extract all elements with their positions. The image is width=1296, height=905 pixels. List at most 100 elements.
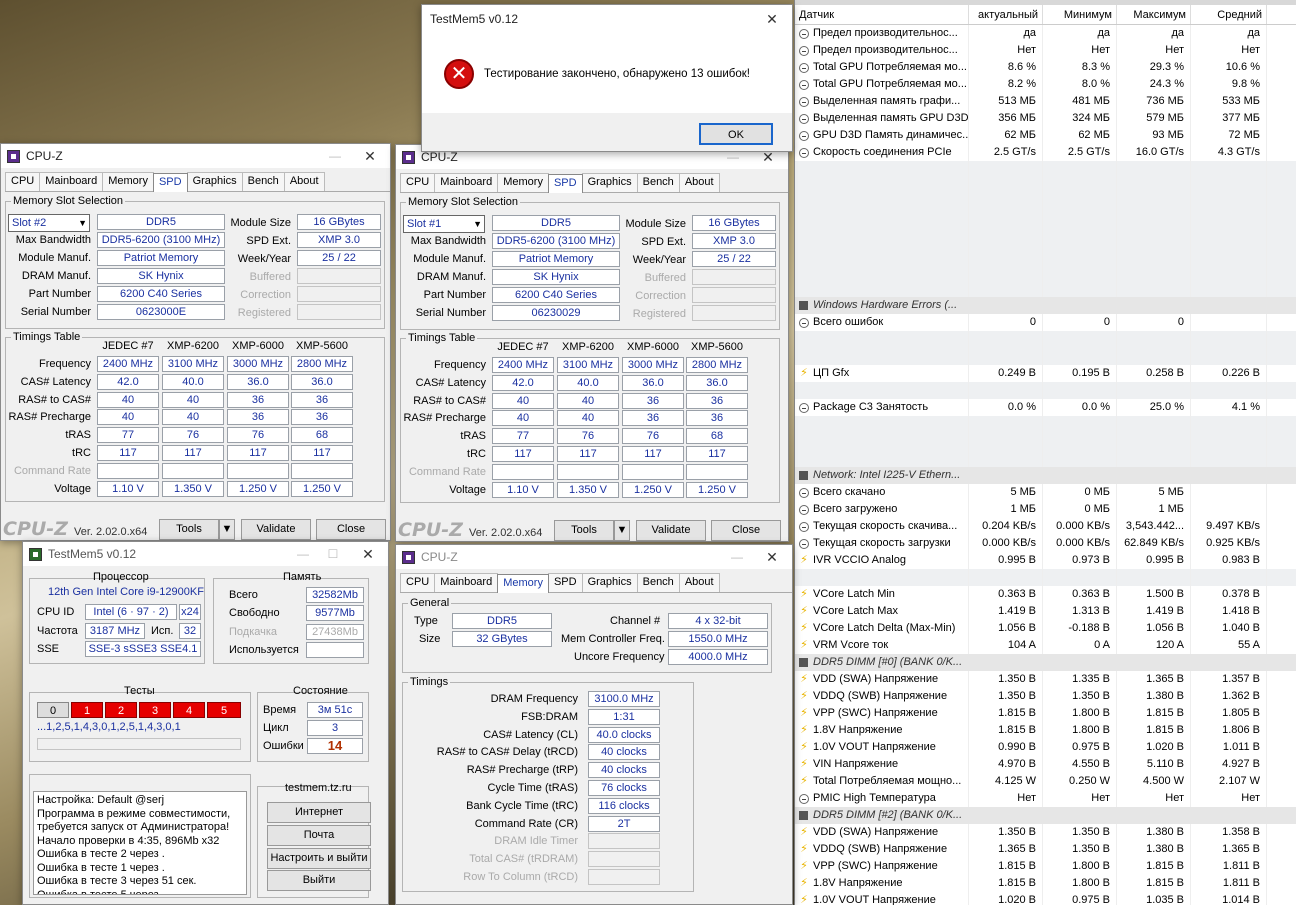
tab-about[interactable]: About bbox=[678, 173, 720, 192]
week-value: 25 / 22 bbox=[297, 250, 381, 266]
tools-button[interactable]: Tools bbox=[554, 520, 614, 541]
sensor-row[interactable]: Выделенная память GPU D3D 356 МБ 324 МБ 579… bbox=[795, 110, 1296, 127]
sensor-row[interactable]: ⚡ VDD (SWA) Напряжение 1.350 В 1.335 В 1.365… bbox=[795, 671, 1296, 688]
sensor-group-header[interactable]: DDR5 DIMM [#2] (BANK 0/K... bbox=[795, 807, 1296, 824]
sensor-row[interactable]: ⚡ 1.8V Напряжение 1.815 В 1.800 В 1.815 В 1.8… bbox=[795, 875, 1296, 892]
sensor-row[interactable]: ⚡ Total Потребляемая мощно... 4.125 W 0.250… bbox=[795, 773, 1296, 790]
sensor-row[interactable]: Выделенная память графи... 513 МБ 481 МБ 73… bbox=[795, 93, 1296, 110]
tab-cpu[interactable]: CPU bbox=[400, 573, 436, 592]
internet-button[interactable]: Интернет bbox=[267, 802, 371, 823]
sensor-row[interactable]: Всего ошибок 0 0 0 bbox=[795, 314, 1296, 331]
tools-dropdown-icon[interactable]: ▼ bbox=[219, 519, 235, 540]
sensor-row[interactable]: Total GPU Потребляемая мо... 8.6 % 8.3 % 29… bbox=[795, 59, 1296, 76]
sensor-row[interactable]: ⚡ 1.0V VOUT Напряжение 0.990 В 0.975 В 1.020… bbox=[795, 739, 1296, 756]
sensor-row[interactable]: ⚡ VPP (SWC) Напряжение 1.815 В 1.800 В 1.815… bbox=[795, 705, 1296, 722]
maximize-button[interactable]: ☐ bbox=[318, 547, 348, 561]
sensor-group-header[interactable]: DDR5 DIMM [#0] (BANK 0/K... bbox=[795, 654, 1296, 671]
tab-bench[interactable]: Bench bbox=[636, 173, 680, 192]
close-icon[interactable]: ✕ bbox=[752, 11, 792, 28]
voltage-bolt-icon: ⚡ bbox=[800, 690, 808, 702]
tab-mainboard[interactable]: Mainboard bbox=[39, 172, 104, 191]
tab-graphics[interactable]: Graphics bbox=[581, 573, 638, 592]
tab-bench[interactable]: Bench bbox=[241, 172, 285, 191]
ok-button[interactable]: OK bbox=[699, 123, 773, 145]
tab-memory[interactable]: Memory bbox=[497, 173, 549, 192]
sensor-row[interactable]: Предел производительнос... да да да да bbox=[795, 25, 1296, 42]
sensor-row[interactable]: ⚡ VRM Vcore ток 104 A0 A 120 A 55 A bbox=[795, 637, 1296, 654]
sensor-row[interactable]: ⚡ VCore Latch Min 0.363 В 0.363 В 1.500 В 0.3… bbox=[795, 586, 1296, 603]
sensor-row[interactable]: ⚡ VIN Напряжение 4.970 В 4.550 В 5.110 В 4.92… bbox=[795, 756, 1296, 773]
configure-exit-button[interactable]: Настроить и выйти bbox=[267, 848, 371, 869]
sensor-row[interactable]: ⚡ 1.0V VOUT Напряжение 1.020 В 0.975 В 1.035… bbox=[795, 892, 1296, 905]
mail-button[interactable]: Почта bbox=[267, 825, 371, 846]
log-textarea[interactable]: Настройка: Default @serj Программа в реж… bbox=[33, 791, 247, 895]
tab-spd[interactable]: SPD bbox=[547, 174, 583, 193]
exit-button[interactable]: Выйти bbox=[267, 870, 371, 891]
sensor-row[interactable]: Текущая скорость загрузки 0.000 KB/s 0.000… bbox=[795, 535, 1296, 552]
sensor-group-header[interactable]: Network: Intel I225-V Ethern... bbox=[795, 467, 1296, 484]
col-current[interactable]: актуальный bbox=[969, 5, 1043, 24]
sensor-row[interactable]: Скорость соединения PCIe 2.5 GT/s 2.5 GT/s… bbox=[795, 144, 1296, 161]
tab-spd[interactable]: SPD bbox=[152, 173, 188, 192]
part-value: 6200 C40 Series bbox=[492, 287, 620, 303]
tab-graphics[interactable]: Graphics bbox=[186, 172, 243, 191]
sensor-row[interactable]: Всего загружено 1 МБ 0 МБ 1 МБ bbox=[795, 501, 1296, 518]
close-icon[interactable]: ✕ bbox=[752, 549, 792, 566]
col-avg[interactable]: Средний bbox=[1191, 5, 1267, 24]
sensor-row[interactable]: PMIC High Температура Нет Нет Нет Нет bbox=[795, 790, 1296, 807]
tab-cpu[interactable]: CPU bbox=[400, 173, 436, 192]
tools-dropdown-icon[interactable]: ▼ bbox=[614, 520, 630, 541]
col-sensor[interactable]: Датчик bbox=[795, 5, 969, 24]
close-icon[interactable]: ✕ bbox=[348, 546, 388, 563]
sensor-row[interactable]: ⚡ VCore Latch Max 1.419 В 1.313 В 1.419 В 1.4… bbox=[795, 603, 1296, 620]
col-max[interactable]: Максимум bbox=[1117, 5, 1191, 24]
tab-bench[interactable]: Bench bbox=[636, 573, 680, 592]
timing-cell: 1.350 V bbox=[557, 481, 619, 498]
close-button[interactable]: Close bbox=[316, 519, 386, 540]
timing-cell: 40.0 bbox=[557, 374, 619, 391]
validate-button[interactable]: Validate bbox=[636, 520, 706, 541]
sensor-row[interactable]: ⚡ ЦП Gfx 0.249 В 0.195 В 0.258 В 0.226 В bbox=[795, 365, 1296, 382]
sensor-row[interactable]: Текущая скорость скачива... 0.204 KB/s 0.0… bbox=[795, 518, 1296, 535]
tab-mainboard[interactable]: Mainboard bbox=[434, 573, 499, 592]
tab-cpu[interactable]: CPU bbox=[5, 172, 41, 191]
sensor-row[interactable]: ⚡ VDD (SWA) Напряжение 1.350 В 1.350 В 1.380… bbox=[795, 824, 1296, 841]
sensor-row[interactable]: ⚡ VPP (SWC) Напряжение 1.815 В 1.800 В 1.815… bbox=[795, 858, 1296, 875]
tab-mainboard[interactable]: Mainboard bbox=[434, 173, 499, 192]
sensor-group-header[interactable]: Windows Hardware Errors (... bbox=[795, 297, 1296, 314]
tab-graphics[interactable]: Graphics bbox=[581, 173, 638, 192]
minimize-button[interactable]: — bbox=[722, 550, 752, 564]
slot-dropdown[interactable]: Slot #2 bbox=[8, 214, 90, 232]
close-button[interactable]: Close bbox=[711, 520, 781, 541]
tab-spd[interactable]: SPD bbox=[547, 573, 583, 592]
col-min[interactable]: Минимум bbox=[1043, 5, 1117, 24]
sensor-row[interactable]: Предел производительнос... Нет Нет Нет Нет bbox=[795, 42, 1296, 59]
tab-bar: CPU Mainboard Memory SPD Graphics Bench … bbox=[400, 573, 792, 593]
tab-about[interactable]: About bbox=[678, 573, 720, 592]
empty-row bbox=[795, 416, 1296, 433]
tab-memory[interactable]: Memory bbox=[102, 172, 154, 191]
sensor-row[interactable]: ⚡ VCore Latch Delta (Max-Min) 1.056 В -0.18… bbox=[795, 620, 1296, 637]
sensor-row[interactable]: ⚡ VDDQ (SWB) Напряжение 1.350 В 1.350 В 1.38… bbox=[795, 688, 1296, 705]
tools-button[interactable]: Tools bbox=[159, 519, 219, 540]
sensor-row[interactable]: ⚡ VDDQ (SWB) Напряжение 1.365 В 1.350 В 1.38… bbox=[795, 841, 1296, 858]
sensor-row[interactable]: ⚡ IVR VCCIO Analog 0.995 В 0.973 В 0.995 В 0.… bbox=[795, 552, 1296, 569]
sensor-row[interactable]: Всего скачано 5 МБ 0 МБ 5 МБ bbox=[795, 484, 1296, 501]
tab-about[interactable]: About bbox=[283, 172, 325, 191]
sensor-current: 0 bbox=[969, 314, 1043, 331]
timing-cell: 42.0 bbox=[97, 373, 159, 390]
sensor-row[interactable]: Package C3 Занятость 0.0 % 0.0 % 25.0 % 4.1 … bbox=[795, 399, 1296, 416]
close-icon[interactable]: ✕ bbox=[350, 148, 390, 165]
timing-cell: 117 bbox=[492, 446, 554, 462]
sensor-row[interactable]: ⚡ 1.8V Напряжение 1.815 В 1.800 В 1.815 В 1.8… bbox=[795, 722, 1296, 739]
sensor-row[interactable]: Total GPU Потребляемая мо... 8.2 % 8.0 % 24… bbox=[795, 76, 1296, 93]
site-link[interactable]: testmem.tz.ru bbox=[285, 782, 352, 794]
sensor-row[interactable]: GPU D3D Память динамичес... 62 МБ 62 МБ 93 … bbox=[795, 127, 1296, 144]
minimize-button[interactable]: — bbox=[718, 150, 748, 164]
tab-memory[interactable]: Memory bbox=[497, 574, 549, 593]
slot-dropdown[interactable]: Slot #1 bbox=[403, 215, 485, 233]
validate-button[interactable]: Validate bbox=[241, 519, 311, 540]
minimize-button[interactable]: — bbox=[288, 547, 318, 561]
sensor-max: 1.365 В bbox=[1117, 671, 1191, 688]
minimize-button[interactable]: — bbox=[320, 149, 350, 163]
